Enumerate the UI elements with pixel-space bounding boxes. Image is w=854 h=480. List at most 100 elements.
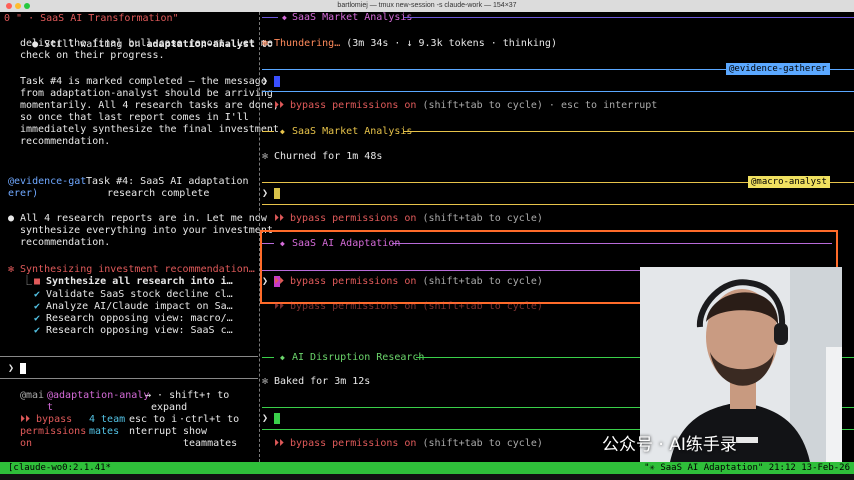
p2-spark-icon: ✻ [262, 151, 269, 162]
note-sender-line1: @evidence-gat [8, 176, 87, 187]
zoom-window-button[interactable] [24, 3, 30, 9]
note-text-line2: research complete [107, 188, 210, 199]
task-mark-1: ✔ [34, 289, 41, 300]
p2-header-title: SaaS Market Analysis [292, 126, 413, 137]
p1-header-rule [262, 17, 278, 18]
synthesizing-status: Synthesizing investment recommendation… [20, 264, 255, 275]
footer-esc-b: nterrupt [129, 426, 178, 437]
p3-prompt-icon: ❯ [262, 276, 269, 287]
footer-bypass-c: on [20, 438, 33, 449]
p4-bypass: ⏵⏵ bypass permissions on (shift+tab to c… [274, 438, 543, 451]
p1-input-bottom-rule [262, 91, 854, 92]
footer-team-a[interactable]: 4 team [89, 414, 125, 427]
task-item-2: Analyze AI/Claude impact on Sa… [46, 301, 233, 312]
footer-adaptation-analyst-a[interactable]: @adaptation-analy [47, 390, 149, 403]
bottom-strip [0, 474, 854, 480]
msg1-line3: check on their progress. [20, 50, 165, 61]
p3-bypass: ⏵⏵ bypass permissions on (shift+tab to c… [274, 276, 543, 289]
minimize-window-button[interactable] [15, 3, 21, 9]
p1-bypass: ⏵⏵ bypass permissions on (shift+tab to c… [274, 100, 657, 113]
window-title: bartlomiej — tmux new-session -s claude-… [337, 2, 517, 9]
p2-prompt-icon: ❯ [262, 188, 269, 199]
watermark-text: 公众号 · AI练手录 [602, 435, 737, 455]
left-pane-header: 0 " · SaaS AI Transformation" [4, 13, 179, 24]
p2-bypass: ⏵⏵ bypass permissions on (shift+tab to c… [274, 213, 543, 226]
p3-header-title: SaaS AI Adaptation [292, 238, 401, 249]
msg3-line1: All 4 research reports are in. Let me no… [20, 213, 267, 224]
p4-bypass-hint: (shift+tab to cycle) [416, 438, 543, 449]
msg1-line2: deliver the final bull-case report. Let … [20, 38, 273, 49]
task-tree-branch-icon: ⎿ [22, 276, 32, 287]
p2-header-rule-right [404, 131, 854, 132]
p1-prompt-icon: ❯ [262, 76, 269, 87]
task-item-3: Research opposing view: macro/… [46, 313, 233, 324]
tmux-session-label: [claude-wo0:2.1.41* [8, 463, 111, 473]
p4-header-diamond-icon: ◆ [280, 353, 285, 362]
msg2-line5: immediately synthesize the final investm… [20, 124, 279, 135]
p2-status: Churned for 1m 48s [274, 151, 383, 162]
p3-header-rule-right [392, 243, 832, 244]
p1-input-cursor[interactable] [274, 76, 280, 87]
p4-header-rule [262, 357, 274, 358]
p1-bypass-hint: (shift+tab to cycle) · esc to interrupt [416, 100, 658, 111]
p3-bypass-hint: (shift+tab to cycle) [416, 276, 543, 287]
footer-teammates-hint: teammates [183, 438, 238, 449]
footer-ctrl-t-a: ·ctrl+t to [179, 414, 240, 425]
p1-agent-tag[interactable]: @evidence-gatherer [726, 63, 830, 75]
p3-header-rule [262, 243, 274, 244]
note-text-line1: Task #4: SaaS AI adaptation [86, 176, 249, 187]
p1-status-detail: (3m 34s · ↓ 9.3k tokens · thinking) [340, 38, 557, 49]
tmux-window-clock: "✳ SaaS AI Adaptation" 21:12 13-Feb-26 [644, 463, 850, 473]
left-input-top-rule [0, 356, 258, 357]
left-prompt-icon: ❯ [8, 363, 15, 374]
msg3-line2: synthesize everything into your investme… [20, 225, 273, 236]
footer-expand-hint: expand [151, 402, 188, 413]
msg2-line4: so once that last report comes in I'll [20, 112, 249, 123]
msg2-line1: Task #4 is marked completed — the messag… [20, 76, 267, 87]
p4-input-cursor[interactable] [274, 413, 280, 424]
p1-bypass-mode[interactable]: ⏵⏵ bypass permissions on [274, 100, 416, 111]
p4-header-title: AI Disruption Research [292, 352, 425, 363]
p4-status: Baked for 3m 12s [274, 376, 371, 387]
left-input-cursor[interactable] [20, 363, 26, 374]
p2-bypass-mode[interactable]: ⏵⏵ bypass permissions on [274, 213, 416, 224]
footer-team-b[interactable]: mates [89, 426, 119, 439]
p2-header-rule [262, 131, 274, 132]
p1-header-diamond-icon: ◆ [282, 13, 287, 22]
msg2-line2: from adaptation-analyst should be arrivi… [20, 88, 273, 99]
task-item-1: Validate SaaS stock decline cl… [46, 289, 233, 300]
p1-status-verb: Thundering… [274, 38, 341, 49]
footer-adaptation-analyst-b[interactable]: t [47, 402, 53, 415]
p1-header-rule-right [404, 17, 854, 18]
footer-agent-a: @mai [20, 390, 45, 401]
footer-bypass-b[interactable]: permissions [20, 426, 86, 439]
task-mark-2: ✔ [34, 301, 41, 312]
footer-esc-a: esc to i [129, 414, 178, 425]
task-item-4: Research opposing view: SaaS c… [46, 325, 233, 336]
p2-input-bottom-rule [262, 204, 854, 205]
p2-input-cursor[interactable] [274, 188, 280, 199]
note-sender-line2: erer) [8, 188, 39, 199]
p2-agent-tag[interactable]: @macro-analyst [748, 176, 830, 188]
footer-bypass-a[interactable]: ⏵⏵ bypass [20, 414, 72, 427]
p3-bypass-mode[interactable]: ⏵⏵ bypass permissions on [274, 276, 416, 287]
msg3-line3: recommendation. [20, 237, 111, 248]
left-pane-lead-agent[interactable]: 0 " · SaaS AI Transformation" ● Still wa… [0, 12, 279, 462]
p4-prompt-icon: ❯ [262, 413, 269, 424]
tmux-status-bar: [claude-wo0:2.1.41* "✳ SaaS AI Adaptatio… [0, 462, 854, 474]
window-titlebar: bartlomiej — tmux new-session -s claude-… [0, 0, 854, 12]
spark-icon: ✻ [8, 264, 15, 275]
close-window-button[interactable] [6, 3, 12, 9]
footer-shift-hint: → · shift+↑ to [145, 390, 230, 401]
msg2-line6: recommendation. [20, 136, 111, 147]
p3-header-diamond-icon: ◆ [280, 239, 285, 248]
p4-bypass-mode[interactable]: ⏵⏵ bypass permissions on [274, 438, 416, 449]
footer-show-hint: show [183, 426, 208, 437]
p4-spark-icon: ✻ [262, 376, 269, 387]
left-input-bottom-rule [0, 378, 258, 379]
task-mark-3: ✔ [34, 313, 41, 324]
p3-bypass-ghost: ⏵⏵ bypass permissions on (shift+tab to c… [274, 301, 543, 312]
p2-header-diamond-icon: ◆ [280, 127, 285, 136]
p1-header-title: SaaS Market Analysis [292, 12, 413, 23]
task-mark-4: ✔ [34, 325, 41, 336]
